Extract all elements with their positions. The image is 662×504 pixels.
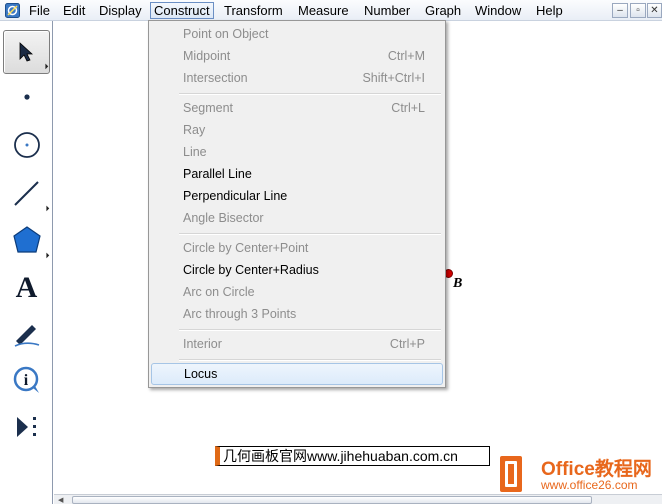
- shortcut-midpoint: Ctrl+M: [387, 49, 425, 63]
- scrollbar-thumb[interactable]: [72, 496, 592, 504]
- menu-file[interactable]: File: [26, 2, 53, 19]
- menu-item-parallel-line[interactable]: Parallel Line: [151, 163, 443, 185]
- arrow-select-icon[interactable]: [3, 30, 50, 74]
- menu-item-arc-through-3-points[interactable]: Arc through 3 Points: [151, 303, 443, 325]
- menu-item-arc-on-circle[interactable]: Arc on Circle: [151, 281, 443, 303]
- menu-item-line[interactable]: Line: [151, 141, 443, 163]
- menu-transform[interactable]: Transform: [221, 2, 286, 19]
- menu-item-locus[interactable]: Locus: [151, 363, 443, 385]
- menu-display[interactable]: Display: [96, 2, 145, 19]
- menu-number[interactable]: Number: [361, 2, 413, 19]
- office-logo-url: www.office26.com: [541, 478, 638, 492]
- text-icon[interactable]: A: [3, 266, 50, 310]
- app-icon[interactable]: [5, 3, 20, 18]
- menu-item-midpoint[interactable]: Midpoint Ctrl+M: [151, 45, 443, 67]
- menu-separator: [179, 329, 441, 331]
- minimize-icon[interactable]: –: [612, 3, 628, 18]
- horizontal-scrollbar[interactable]: ◀: [54, 494, 662, 504]
- point-icon[interactable]: [3, 75, 50, 119]
- menu-measure[interactable]: Measure: [295, 2, 352, 19]
- menu-item-circle-by-center-radius[interactable]: Circle by Center+Radius: [151, 259, 443, 281]
- close-icon[interactable]: ✕: [647, 3, 662, 18]
- menu-item-perpendicular-line[interactable]: Perpendicular Line: [151, 185, 443, 207]
- menu-graph[interactable]: Graph: [422, 2, 464, 19]
- shortcut-interior: Ctrl+P: [389, 337, 425, 351]
- compass-circle-icon[interactable]: [3, 123, 50, 167]
- menu-item-circle-by-center-point[interactable]: Circle by Center+Point: [151, 237, 443, 259]
- office-logo-icon: [500, 456, 522, 492]
- menu-item-interior[interactable]: Interior Ctrl+P: [151, 333, 443, 355]
- menu-separator: [179, 359, 441, 361]
- menu-separator: [179, 233, 441, 235]
- menu-bar: File Edit Display Construct Transform Me…: [0, 0, 662, 21]
- point-b-label[interactable]: B: [453, 276, 462, 292]
- shortcut-segment: Ctrl+L: [391, 101, 425, 115]
- office-logo-title: Office教程网: [541, 459, 652, 480]
- menu-item-ray[interactable]: Ray: [151, 119, 443, 141]
- construct-menu-dropdown: Point on Object Midpoint Ctrl+M Intersect…: [148, 20, 446, 388]
- menu-item-point-on-object[interactable]: Point on Object: [151, 23, 443, 45]
- straightedge-icon[interactable]: [3, 171, 50, 215]
- scroll-left-icon[interactable]: ◀: [58, 496, 63, 504]
- information-icon[interactable]: i: [3, 358, 50, 402]
- menu-edit[interactable]: Edit: [60, 2, 88, 19]
- toolbox: A i: [0, 21, 53, 504]
- shortcut-intersection: Shift+Ctrl+I: [362, 71, 425, 85]
- custom-tool-icon[interactable]: [3, 405, 50, 449]
- office-logo: Office教程网 www.office26.com: [497, 452, 662, 496]
- marker-icon[interactable]: [3, 312, 50, 356]
- polygon-icon[interactable]: [3, 218, 50, 262]
- menu-item-angle-bisector[interactable]: Angle Bisector: [151, 207, 443, 229]
- menu-window[interactable]: Window: [472, 2, 524, 19]
- website-banner: 几何画板官网www.jihehuaban.com.cn: [215, 446, 490, 466]
- menu-item-intersection[interactable]: Intersection Shift+Ctrl+I: [151, 67, 443, 89]
- restore-icon[interactable]: ▫: [630, 3, 646, 18]
- menu-item-segment[interactable]: Segment Ctrl+L: [151, 97, 443, 119]
- svg-text:i: i: [23, 372, 28, 389]
- menu-construct[interactable]: Construct: [150, 2, 214, 19]
- menu-help[interactable]: Help: [533, 2, 566, 19]
- menu-separator: [179, 93, 441, 95]
